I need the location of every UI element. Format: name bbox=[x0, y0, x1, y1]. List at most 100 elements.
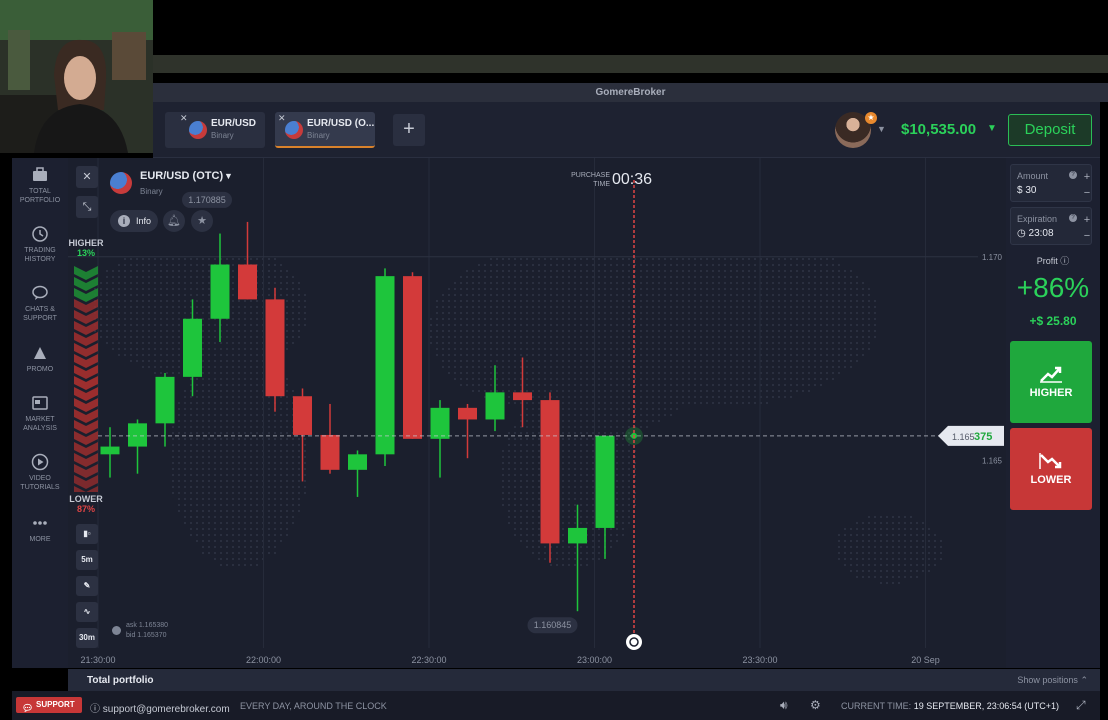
map-dot bbox=[202, 312, 204, 314]
map-dot bbox=[802, 276, 804, 278]
add-asset-button[interactable]: + bbox=[393, 114, 425, 146]
map-dot bbox=[826, 318, 828, 320]
chart-type-button[interactable]: ▮▫ bbox=[76, 524, 98, 544]
asset-tab-eurusd[interactable]: ✕ EUR/USD Binary bbox=[165, 112, 265, 148]
chevron-down-icon[interactable]: ▼ bbox=[224, 171, 233, 181]
map-dot bbox=[280, 402, 282, 404]
higher-button[interactable]: HIGHER bbox=[1010, 341, 1092, 423]
sidebar-item-promo[interactable]: PROMO bbox=[12, 344, 68, 374]
close-icon[interactable]: ✕ bbox=[278, 113, 286, 124]
price-chart[interactable]: 21:30:00 22:00:00 22:30:00 23:00:00 23:30:00… bbox=[68, 158, 1006, 668]
map-dot bbox=[736, 312, 738, 314]
map-dot bbox=[538, 312, 540, 314]
sidebar-item-trading-history[interactable]: TRADING HISTORY bbox=[12, 225, 68, 264]
sidebar-item-more[interactable]: MORE bbox=[12, 514, 68, 544]
map-dot bbox=[628, 318, 630, 320]
gear-icon[interactable]: ⚙ bbox=[810, 698, 821, 712]
amount-field[interactable]: Amount ? $ 30 + − bbox=[1010, 164, 1092, 202]
indicators-icon[interactable]: ∿ bbox=[76, 602, 98, 622]
map-dot bbox=[808, 270, 810, 272]
portfolio-bar[interactable]: Total portfolio Show positions ⌃ bbox=[68, 669, 1100, 691]
map-dot bbox=[586, 480, 588, 482]
help-icon[interactable]: ? bbox=[1069, 214, 1077, 222]
chevron-down-icon[interactable]: ▼ bbox=[877, 124, 886, 134]
collapse-icon[interactable]: ⤡ bbox=[76, 196, 98, 218]
map-dot bbox=[124, 264, 126, 266]
map-dot bbox=[250, 300, 252, 302]
map-dot bbox=[196, 528, 198, 530]
deposit-button[interactable]: Deposit bbox=[1008, 114, 1092, 146]
info-button[interactable]: i Info bbox=[110, 210, 158, 232]
sidebar-item-video-tutorials[interactable]: VIDEO TUTORIALS bbox=[12, 453, 68, 492]
map-dot bbox=[646, 318, 648, 320]
help-icon[interactable]: ? bbox=[1069, 171, 1077, 179]
map-dot bbox=[508, 432, 510, 434]
timeframe-5m-button[interactable]: 5m bbox=[76, 550, 98, 570]
lower-button[interactable]: LOWER bbox=[1010, 428, 1092, 510]
expiration-value[interactable]: ◷ 23:08 bbox=[1017, 228, 1054, 239]
map-dot bbox=[916, 552, 918, 554]
close-icon[interactable]: ✕ bbox=[180, 113, 188, 124]
map-dot bbox=[892, 546, 894, 548]
map-dot bbox=[586, 492, 588, 494]
map-dot bbox=[652, 264, 654, 266]
map-dot bbox=[730, 378, 732, 380]
expiration-stepper[interactable]: + − bbox=[1081, 212, 1093, 244]
close-chart-button[interactable]: ✕ bbox=[76, 166, 98, 188]
map-dot bbox=[190, 456, 192, 458]
map-dot bbox=[190, 450, 192, 452]
map-dot bbox=[268, 432, 270, 434]
chevron-down-icon[interactable]: ▼ bbox=[987, 123, 997, 134]
support-button[interactable]: 💬︎ SUPPORT bbox=[16, 697, 82, 713]
account-balance[interactable]: $10,535.00 bbox=[901, 121, 976, 138]
map-dot bbox=[556, 300, 558, 302]
map-dot bbox=[532, 438, 534, 440]
star-icon[interactable]: ★ bbox=[191, 210, 213, 232]
amount-value[interactable]: $ 30 bbox=[1017, 185, 1036, 196]
fullscreen-icon[interactable]: ⤢ bbox=[1076, 698, 1086, 713]
sidebar-item-chats-support[interactable]: CHATS & SUPPORT bbox=[12, 284, 68, 323]
map-dot bbox=[574, 486, 576, 488]
map-dot bbox=[532, 444, 534, 446]
map-dot bbox=[586, 504, 588, 506]
map-dot bbox=[664, 264, 666, 266]
support-email-link[interactable]: ⓘ support@gomerebroker.com bbox=[90, 700, 230, 715]
map-dot bbox=[706, 306, 708, 308]
map-dot bbox=[118, 300, 120, 302]
map-dot bbox=[202, 372, 204, 374]
bell-icon[interactable]: 🔔︎ bbox=[163, 210, 185, 232]
sidebar-item-total-portfolio[interactable]: TOTAL PORTFOLIO bbox=[12, 166, 68, 205]
map-dot bbox=[244, 420, 246, 422]
asset-selector[interactable]: EUR/USD (OTC) bbox=[140, 170, 223, 182]
timeframe-30m-button[interactable]: 30m bbox=[76, 628, 98, 648]
map-dot bbox=[256, 348, 258, 350]
map-dot bbox=[574, 480, 576, 482]
amount-stepper[interactable]: + − bbox=[1081, 169, 1093, 201]
sound-icon[interactable]: 🔊︎ bbox=[780, 698, 788, 713]
map-dot bbox=[148, 282, 150, 284]
map-dot bbox=[226, 450, 228, 452]
pencil-icon[interactable]: ✎ bbox=[76, 576, 98, 596]
map-dot bbox=[904, 534, 906, 536]
map-dot bbox=[286, 348, 288, 350]
map-dot bbox=[874, 336, 876, 338]
map-dot bbox=[742, 348, 744, 350]
map-dot bbox=[208, 534, 210, 536]
show-positions-link[interactable]: Show positions ⌃ bbox=[1017, 675, 1088, 686]
chart-area[interactable]: 21:30:00 22:00:00 22:30:00 23:00:00 23:30:00… bbox=[68, 158, 1006, 668]
map-dot bbox=[526, 318, 528, 320]
help-icon[interactable]: ⓘ bbox=[1060, 256, 1069, 266]
map-dot bbox=[622, 426, 624, 428]
asset-tab-eurusd-otc[interactable]: ✕ EUR/USD (O... Binary bbox=[275, 112, 375, 148]
map-dot bbox=[610, 318, 612, 320]
map-dot bbox=[454, 366, 456, 368]
higher-button-label: HIGHER bbox=[1029, 387, 1073, 399]
map-dot bbox=[688, 354, 690, 356]
map-dot bbox=[628, 426, 630, 428]
expiration-field[interactable]: Expiration ? ◷ 23:08 + − bbox=[1010, 207, 1092, 245]
total-portfolio-label[interactable]: Total portfolio bbox=[87, 675, 153, 686]
sidebar-item-market-analysis[interactable]: MARKET ANALYSIS bbox=[12, 394, 68, 433]
map-dot bbox=[268, 288, 270, 290]
map-dot bbox=[646, 276, 648, 278]
map-dot bbox=[670, 288, 672, 290]
